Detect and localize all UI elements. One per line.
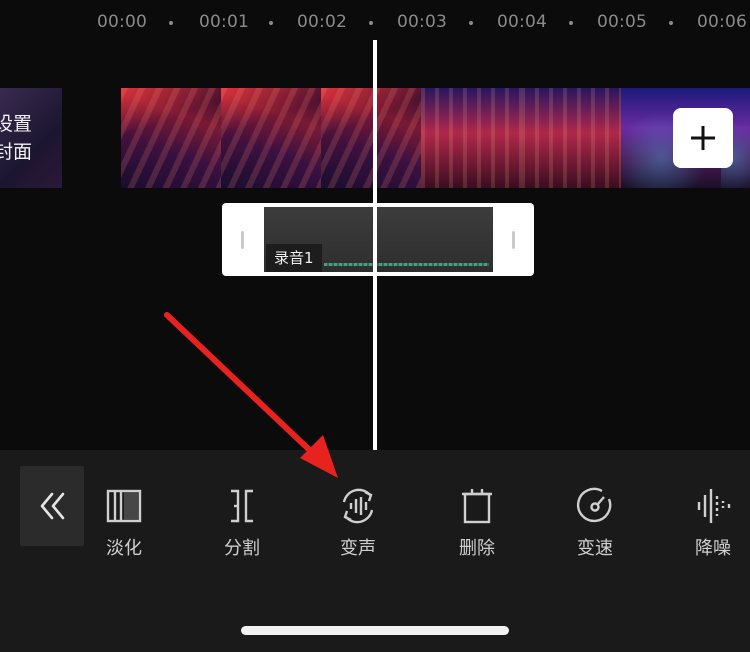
tool-noise-reduction[interactable]: 降噪: [673, 486, 750, 566]
trim-handle-left[interactable]: [241, 231, 244, 249]
set-cover-button[interactable]: 设置 封面: [0, 88, 62, 188]
video-track[interactable]: [121, 88, 750, 188]
audio-clip-label: 录音1: [266, 244, 322, 272]
cover-label-line1: 设置: [0, 113, 33, 135]
tool-voice-change-label: 变声: [340, 538, 376, 559]
tick-dot: [669, 21, 673, 25]
tool-fade-label: 淡化: [106, 538, 142, 559]
fade-icon: [106, 489, 142, 523]
time-tick: 00:00: [97, 12, 147, 32]
tool-delete[interactable]: 删除: [437, 486, 517, 566]
tick-dot: [569, 21, 573, 25]
tool-speed-label: 变速: [577, 538, 613, 559]
noise-reduction-icon: [697, 489, 731, 523]
home-indicator[interactable]: [241, 626, 509, 635]
tick-dot: [469, 21, 473, 25]
time-tick: 00:01: [199, 12, 249, 32]
speed-icon: [576, 487, 612, 523]
audio-waveform: [324, 263, 489, 266]
tool-delete-label: 删除: [459, 538, 495, 559]
tool-split-label: 分割: [224, 538, 260, 559]
time-tick: 00:03: [397, 12, 447, 32]
tool-fade[interactable]: 淡化: [84, 486, 164, 566]
video-thumbnail: [521, 88, 621, 188]
tool-speed[interactable]: 变速: [555, 486, 635, 566]
tool-noise-reduction-label: 降噪: [695, 538, 731, 559]
plus-icon: [691, 126, 715, 150]
trim-handle-right[interactable]: [512, 231, 515, 249]
double-chevron-left-icon: [40, 492, 65, 520]
video-thumbnail: [221, 88, 321, 188]
tool-split[interactable]: 分割: [202, 486, 282, 566]
time-tick: 00:06: [697, 12, 747, 32]
voice-change-icon: [342, 488, 374, 524]
delete-icon: [462, 489, 492, 524]
tick-dot: [369, 21, 373, 25]
audio-edit-toolbar: 淡化 分割 变声 删除 变速 降噪: [0, 450, 750, 652]
time-tick: 00:05: [597, 12, 647, 32]
split-icon: [231, 489, 253, 523]
time-tick: 00:02: [297, 12, 347, 32]
video-thumbnail: [421, 88, 521, 188]
playhead[interactable]: [373, 40, 377, 450]
video-thumbnail: [321, 88, 421, 188]
tool-voice-change[interactable]: 变声: [318, 486, 398, 566]
video-thumbnail: [121, 88, 221, 188]
tick-dot: [269, 21, 273, 25]
collapse-toolbar-button[interactable]: [20, 466, 84, 546]
time-tick: 00:04: [497, 12, 547, 32]
add-clip-button[interactable]: [673, 108, 733, 168]
cover-label-line2: 封面: [0, 141, 33, 163]
audio-clip-selected[interactable]: 录音1: [222, 203, 534, 276]
tick-dot: [169, 21, 173, 25]
